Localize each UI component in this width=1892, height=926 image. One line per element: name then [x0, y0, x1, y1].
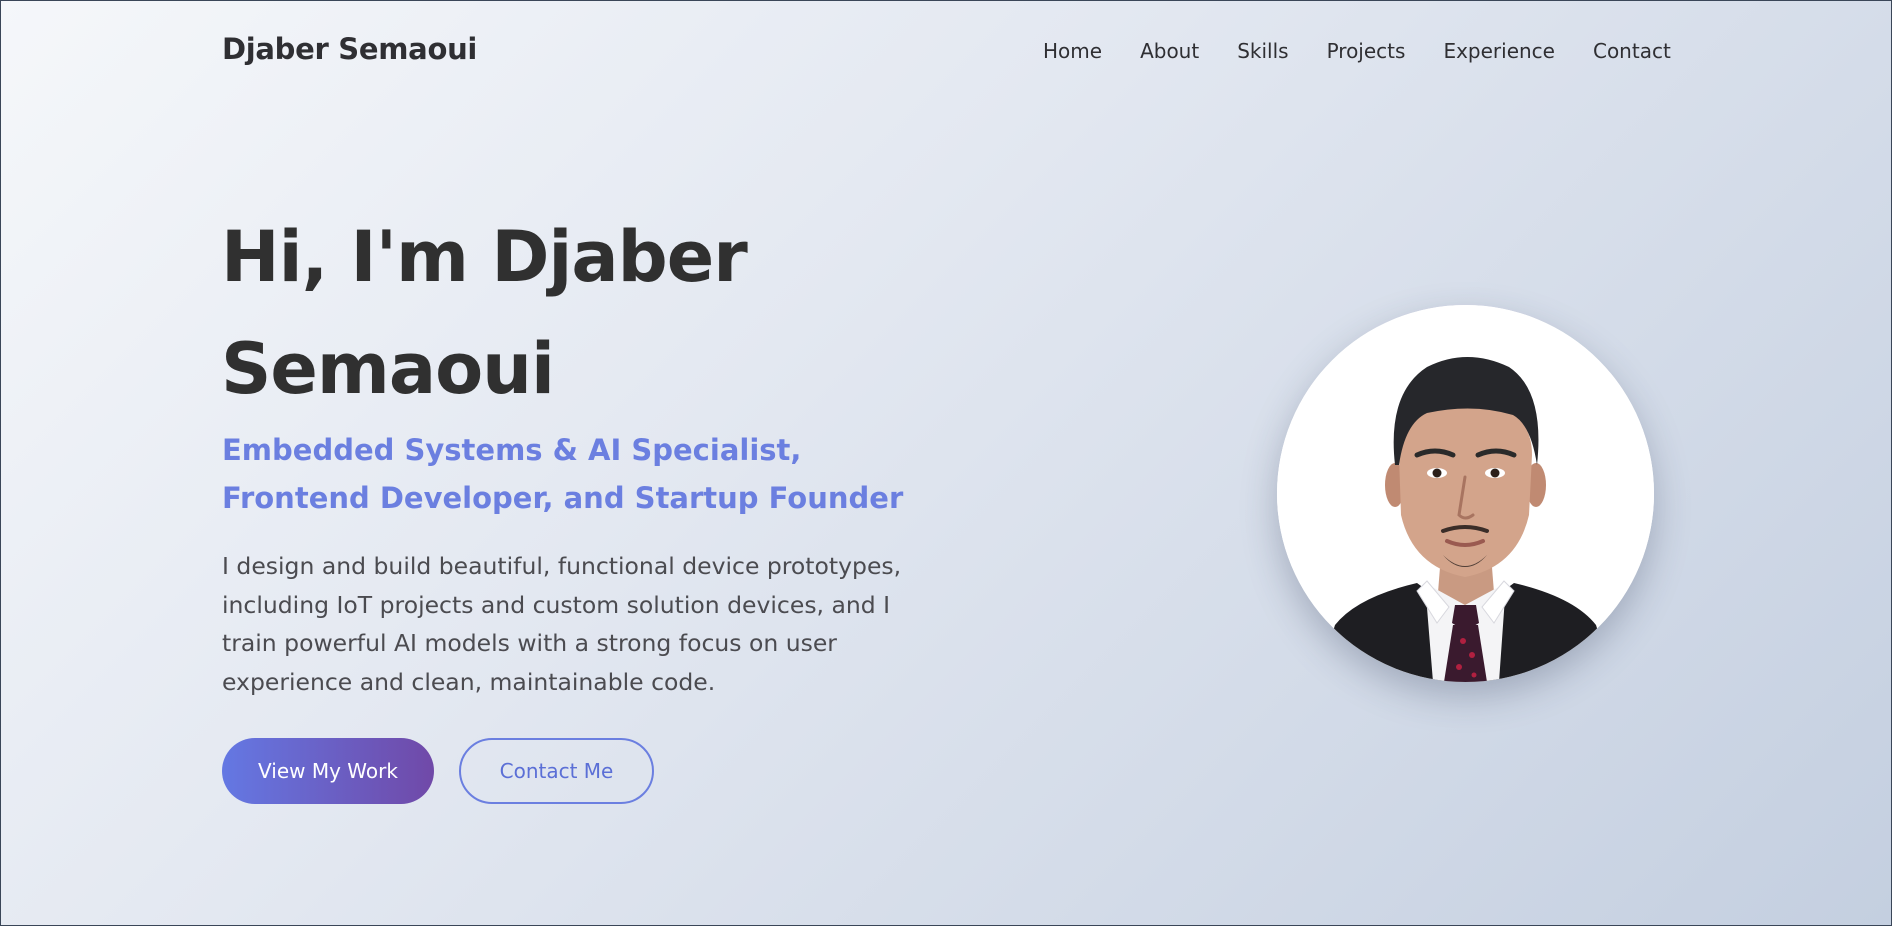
hero-subtitle: Embedded Systems & AI Specialist, Fronte…: [222, 433, 904, 515]
nav-menu: Home About Skills Projects Experience Co…: [1043, 39, 1671, 63]
profile-photo: [1277, 305, 1654, 682]
hero-title: Hi, I'm Djaber Semaoui: [221, 201, 748, 425]
contact-me-button[interactable]: Contact Me: [459, 738, 654, 804]
hero-title-line-2: Semaoui: [221, 328, 555, 410]
nav-link-experience[interactable]: Experience: [1443, 39, 1555, 63]
site-logo-text[interactable]: Djaber Semaoui: [222, 32, 477, 66]
nav-link-projects[interactable]: Projects: [1327, 39, 1406, 63]
nav-link-about[interactable]: About: [1140, 39, 1199, 63]
nav-link-contact[interactable]: Contact: [1593, 39, 1671, 63]
nav-link-home[interactable]: Home: [1043, 39, 1102, 63]
hero-description: I design and build beautiful, functional…: [222, 552, 902, 696]
page: Djaber Semaoui Home About Skills Project…: [0, 0, 1892, 926]
view-my-work-button[interactable]: View My Work: [222, 738, 434, 804]
hero-title-line-1: Hi, I'm Djaber: [221, 216, 748, 298]
top-navbar: Djaber Semaoui Home About Skills Project…: [1, 1, 1891, 101]
profile-portrait-illustration: [1277, 305, 1654, 682]
nav-link-skills[interactable]: Skills: [1237, 39, 1288, 63]
